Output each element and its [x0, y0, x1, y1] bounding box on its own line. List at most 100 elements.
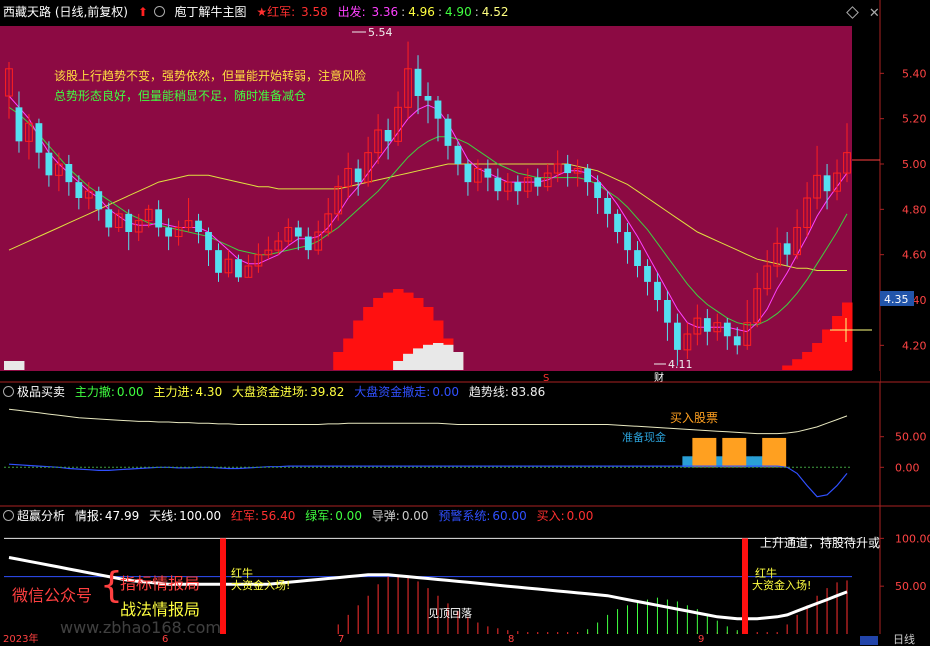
candle-body-down	[823, 175, 831, 192]
hongjun-value: 56.40	[261, 509, 296, 523]
candle-body-down	[125, 213, 133, 232]
candle-body-down	[424, 96, 432, 101]
candle-body-down	[155, 209, 163, 228]
candle-body-down	[45, 152, 53, 176]
pane2-header: 极品买卖 主力撤: 0.00 主力进: 4.30 大盘资金进场: 39.82 大盘资金…	[0, 384, 551, 401]
candle-body-down	[674, 322, 681, 350]
tianxian-label: 天线:	[149, 509, 178, 523]
volume-bar	[812, 343, 823, 370]
buy-signal-bar	[692, 437, 717, 468]
buy-signal-bar	[722, 437, 747, 468]
hongjun-label: 红军:	[230, 509, 259, 523]
y-tick-label: 5.20	[902, 113, 927, 126]
volume-bar-light	[413, 348, 424, 370]
qingbao-label: 情报:	[74, 509, 103, 523]
y-tick-label: 50.00	[895, 580, 927, 593]
low-price-label: 4.11	[668, 358, 693, 371]
volume-bar-light	[403, 353, 414, 370]
annotation-line1: 该股上行趋势不变，强势依然，但量能开始转弱，注意风险	[54, 68, 366, 83]
y-tick-label: 100.00	[895, 532, 930, 545]
dapan-out-label: 大盘资金撤走:	[354, 385, 431, 399]
date-tick: 2023年	[3, 634, 39, 645]
candle-body-down	[584, 168, 592, 183]
trend-label: 趋势线:	[468, 385, 509, 399]
date-tick: 9	[698, 634, 705, 645]
candle-body-down	[654, 281, 661, 300]
zijin-label-1: 大资金入场!	[231, 579, 291, 592]
trend-line	[8, 408, 848, 435]
volume-bar	[832, 316, 843, 370]
volume-bar	[782, 365, 793, 370]
zhulijin-label: 主力进:	[153, 385, 194, 399]
zhulichi-label: 主力撤:	[74, 385, 115, 399]
yujing-value: 60.00	[492, 509, 527, 523]
candle-body-down	[294, 227, 302, 237]
settings-icon[interactable]	[3, 510, 14, 521]
zijin-label-2: 大资金入场!	[752, 579, 812, 592]
candle-body-down	[514, 182, 522, 192]
lvjun-label: 绿军:	[305, 509, 334, 523]
y-tick-label: 4.20	[902, 339, 927, 352]
qingbao-value: 47.99	[104, 509, 140, 523]
y-tick-label: 5.40	[902, 67, 927, 80]
candle-body-down	[105, 209, 113, 228]
y-tick-label: 5.00	[902, 158, 927, 171]
dapan-in-value: 39.82	[310, 385, 345, 399]
volume-bar-light	[432, 343, 444, 370]
candle-body-down	[564, 164, 572, 174]
volume-bar	[353, 320, 364, 370]
candle-body-down	[65, 164, 73, 183]
red-bull-signal-bar	[742, 538, 748, 634]
candle-body-down	[494, 177, 502, 192]
candle-body-down	[614, 213, 621, 232]
candle-body-down	[75, 182, 83, 198]
annotation-line2: 总势形态良好，但量能稍显不足，随时准备减仓	[54, 88, 306, 103]
mairu-value: 0.00	[566, 509, 594, 523]
candle-body-down	[165, 227, 173, 237]
candle-body-down	[35, 123, 43, 153]
y-tick-label: 4.60	[902, 249, 927, 262]
zhulichi-value: 0.00	[116, 385, 144, 399]
candle-body-down	[414, 68, 422, 96]
candle-body-down	[95, 191, 103, 210]
uptrend-label: 上升通道，持股待升或	[760, 536, 881, 550]
settings-icon[interactable]	[3, 386, 14, 397]
zhibiao-label: 指标情报局	[120, 574, 201, 593]
candle-body-down	[664, 300, 671, 323]
volume-bar-light	[13, 361, 25, 370]
date-axis: 2023年 6 7 8 9	[0, 634, 880, 645]
volume-bar	[802, 352, 813, 370]
candle-body-down	[384, 130, 392, 142]
candle-body-down	[783, 243, 791, 255]
candle-body-down	[434, 100, 442, 119]
candle-body-down	[454, 145, 462, 164]
volume-bar	[333, 352, 344, 370]
period-label[interactable]: 日线	[893, 634, 915, 645]
volume-bar-light	[442, 344, 454, 370]
volume-bar	[842, 302, 853, 370]
y-tick-label: 0.00	[895, 461, 920, 474]
candle-body-down	[733, 336, 741, 346]
capital-flow-line	[8, 463, 848, 498]
y-tick-label: 50.00	[895, 431, 927, 444]
volume-bar-light	[423, 344, 434, 370]
buy-signal-bar	[762, 437, 787, 468]
tianxian-value: 100.00	[179, 509, 222, 523]
y-tick-label: 4.80	[902, 203, 927, 216]
volume-bar	[383, 292, 394, 370]
candle-body-down	[484, 168, 492, 178]
volume-bar	[792, 359, 803, 370]
volume-bar	[373, 298, 384, 370]
date-strip	[0, 371, 880, 382]
candle-body-down	[604, 198, 611, 214]
high-price-label: 5.54	[368, 26, 393, 39]
date-tick: 7	[338, 634, 345, 645]
daodan-label: 导弹:	[371, 509, 400, 523]
zhanfa-label: 战法情报局	[120, 600, 201, 619]
candle-body-down	[624, 232, 631, 251]
volume-bar	[822, 329, 833, 370]
zhulijin-value: 4.30	[195, 385, 223, 399]
mairu-label: 买入:	[536, 509, 565, 523]
volume-bar-light	[452, 352, 464, 370]
candle-body-down	[534, 177, 542, 187]
